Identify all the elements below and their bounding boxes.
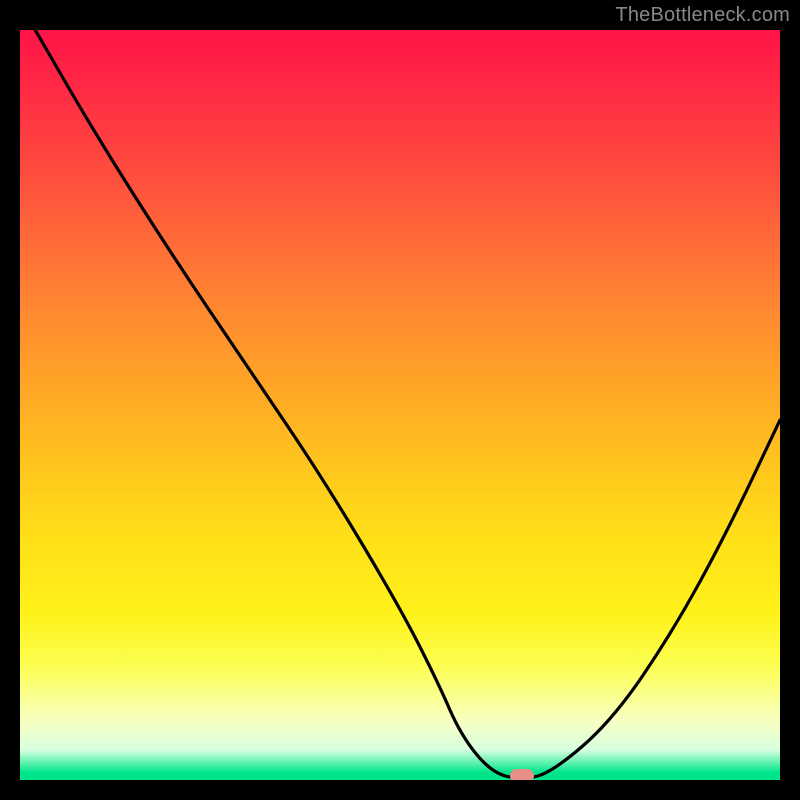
chart-frame: TheBottleneck.com <box>0 0 800 800</box>
bottleneck-curve <box>20 30 780 780</box>
optimal-point-marker <box>510 769 534 780</box>
watermark-text: TheBottleneck.com <box>615 4 790 27</box>
plot-area <box>20 30 780 780</box>
